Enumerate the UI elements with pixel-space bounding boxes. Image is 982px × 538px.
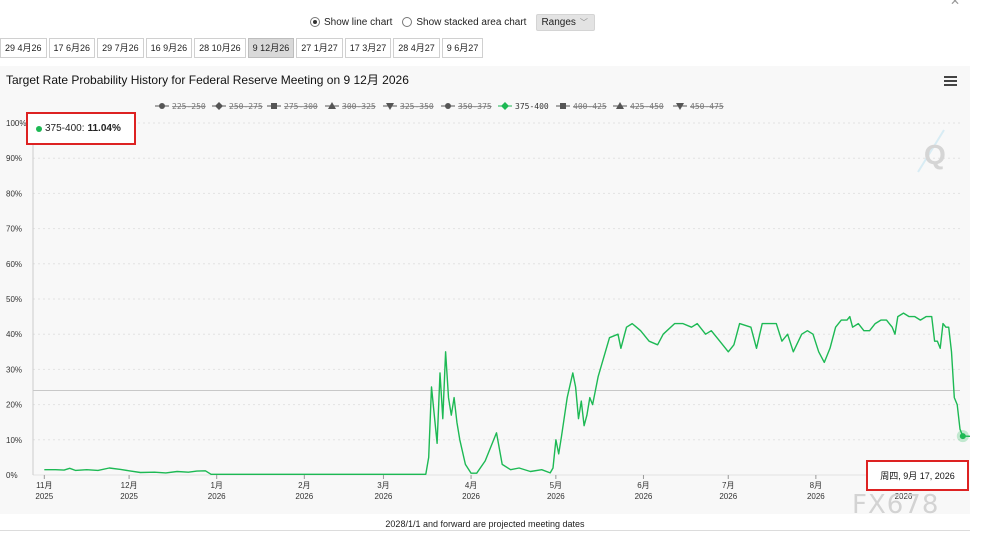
legend-marker-icon: [445, 103, 451, 109]
stacked-radio-icon[interactable]: [402, 17, 413, 27]
y-tick-label: 30%: [6, 365, 22, 374]
tooltip-value: 11.04%: [87, 123, 121, 134]
divider: [0, 530, 970, 531]
x-tick-month: 3月: [377, 481, 389, 490]
x-tick-year: 2026: [375, 492, 393, 501]
x-tick-year: 2025: [120, 492, 138, 501]
show-stacked-area-option[interactable]: Show stacked area chart: [402, 17, 526, 28]
y-tick-label: 60%: [6, 260, 22, 269]
y-tick-label: 20%: [6, 401, 22, 410]
show-line-chart-option[interactable]: Show line chart: [310, 17, 392, 28]
y-tick-label: 80%: [6, 189, 22, 198]
probability-line-chart: 0% 10% 20% 30% 40% 50% 60% 70% 80% 90% 100% 11月 2025…: [6, 102, 970, 501]
meeting-tab[interactable]: 17 3月27: [344, 38, 392, 58]
meeting-tab[interactable]: 28 4月27: [393, 38, 440, 58]
meeting-tab[interactable]: 29 7月26: [97, 38, 144, 58]
x-tick-month: 2月: [298, 481, 310, 490]
watermark: FX678: [852, 490, 940, 520]
x-tick-year: 2026: [208, 492, 226, 501]
show-stacked-area-label: Show stacked area chart: [416, 16, 527, 28]
legend-marker-icon: [215, 102, 223, 110]
ranges-dropdown[interactable]: Ranges ﹀: [536, 13, 595, 31]
view-options: Show line chart Show stacked area chart …: [310, 13, 595, 31]
x-tick-month: 4月: [465, 481, 477, 490]
x-tick-month: 1月: [210, 481, 222, 490]
meeting-tab[interactable]: 9 6月27: [441, 38, 484, 58]
legend-item-350-375[interactable]: 350-375: [458, 102, 492, 111]
quikstrike-logo-icon: Q: [917, 129, 946, 173]
y-tick-label: 40%: [6, 330, 22, 339]
show-line-chart-label: Show line chart: [324, 16, 393, 28]
meeting-tab[interactable]: 29 4月26: [0, 38, 47, 58]
series-dot-icon: [36, 125, 42, 132]
legend-marker-icon: [560, 103, 566, 109]
meeting-tab[interactable]: 28 10月26: [194, 38, 246, 58]
y-tick-label: 0%: [6, 471, 18, 480]
svg-text:Q: Q: [924, 139, 946, 170]
y-tick-label: 100%: [6, 119, 26, 128]
ranges-label: Ranges: [541, 16, 576, 28]
line-radio-icon[interactable]: [310, 17, 320, 27]
legend-marker-icon: [159, 103, 165, 109]
top-edge: ✕: [0, 0, 982, 10]
x-tick-year: 2025: [35, 492, 53, 501]
legend-item-325-350[interactable]: 325-350: [400, 102, 434, 111]
x-tick-year: 2026: [719, 492, 737, 501]
x-tick-month: 12月: [121, 481, 138, 490]
y-tick-label: 70%: [6, 225, 22, 234]
x-tick-year: 2026: [635, 492, 653, 501]
x-tick-month: 7月: [722, 481, 734, 490]
y-tick-label: 90%: [6, 154, 22, 163]
x-tick-year: 2026: [295, 492, 313, 501]
legend-item-225-250[interactable]: 225-250: [172, 102, 206, 111]
meeting-tab[interactable]: 27 1月27: [296, 38, 343, 58]
series-line-375-400: [44, 312, 970, 475]
crosshair-date-label: 周四, 9月 17, 2026: [866, 460, 969, 491]
x-tick-year: 2026: [462, 492, 480, 501]
meeting-date-tabs: 29 4月26 17 6月26 29 7月26 16 9月26 28 10月26 9 12…: [0, 38, 485, 58]
x-tick-month: 6月: [637, 481, 649, 490]
meeting-tab[interactable]: 16 9月26: [145, 38, 193, 58]
y-tick-label: 10%: [6, 436, 22, 445]
legend-marker-icon: [501, 102, 509, 110]
legend-item-375-400[interactable]: 375-400: [515, 102, 549, 111]
legend-item-300-325[interactable]: 300-325: [342, 102, 376, 111]
x-tick-month: 8月: [810, 481, 822, 490]
x-tick-year: 2026: [547, 492, 565, 501]
tooltip-series-name: 375-400:: [45, 123, 85, 134]
x-tick-month: 5月: [550, 481, 562, 490]
meeting-tab[interactable]: 17 6月26: [48, 38, 96, 58]
projection-footnote: 2028/1/1 and forward are projected meeti…: [385, 519, 585, 529]
legend-item-450-475[interactable]: 450-475: [690, 102, 724, 111]
meeting-tab[interactable]: 9 12月26: [247, 38, 295, 58]
hover-point: [959, 433, 966, 440]
series-tooltip: 375-400: 11.04%: [26, 112, 136, 145]
legend-item-250-275[interactable]: 250-275: [229, 102, 263, 111]
x-tick-year: 2026: [807, 492, 825, 501]
legend-item-400-425[interactable]: 400-425: [573, 102, 607, 111]
y-tick-label: 50%: [6, 295, 22, 304]
chevron-down-icon: ﹀: [579, 17, 588, 27]
x-tick-month: 11月: [36, 481, 52, 490]
legend-marker-icon: [271, 103, 277, 109]
legend-item-275-300[interactable]: 275-300: [284, 102, 318, 111]
close-icon[interactable]: ✕: [950, 0, 960, 8]
legend-item-425-450[interactable]: 425-450: [630, 102, 664, 111]
